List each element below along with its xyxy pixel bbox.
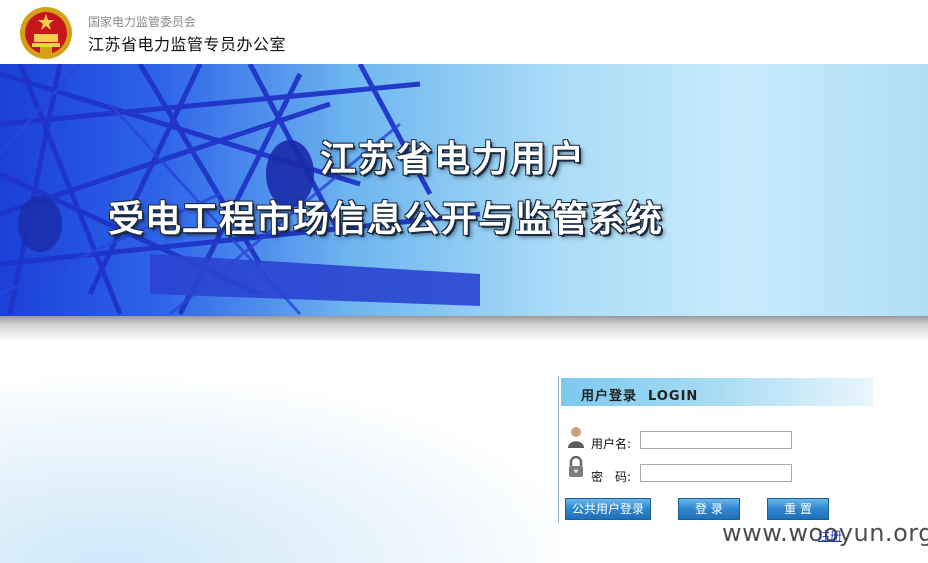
login-panel: 用户登录 LOGIN 用户名: 密 码: 公共用户登录 登 录 重 置 (558, 376, 873, 523)
watermark-text: www.wooyun.org (722, 519, 928, 547)
username-label: 用户名: (591, 437, 632, 451)
lock-icon (569, 456, 583, 477)
login-header: 用户登录 LOGIN (561, 378, 873, 406)
public-login-button[interactable]: 公共用户登录 (565, 498, 651, 520)
national-emblem-icon (20, 7, 72, 59)
password-label: 密 码: (591, 470, 632, 484)
banner: 江苏省电力用户 受电工程市场信息公开与监管系统 (0, 64, 928, 316)
user-avatar-icon (568, 427, 584, 448)
username-input[interactable] (640, 431, 792, 449)
background-glow (0, 380, 560, 563)
banner-title-line2: 受电工程市场信息公开与监管系统 (108, 198, 664, 240)
page-header: 国家电力监管委员会 江苏省电力监管专员办公室 (0, 0, 928, 64)
banner-shadow (0, 316, 928, 342)
login-button[interactable]: 登 录 (678, 498, 740, 520)
password-input[interactable] (640, 464, 792, 482)
org-parent-name: 国家电力监管委员会 (88, 15, 197, 29)
org-name: 江苏省电力监管专员办公室 (88, 35, 287, 54)
login-title: 用户登录 LOGIN (581, 389, 699, 404)
reset-button[interactable]: 重 置 (767, 498, 829, 520)
banner-title-line1: 江苏省电力用户 (320, 138, 587, 180)
